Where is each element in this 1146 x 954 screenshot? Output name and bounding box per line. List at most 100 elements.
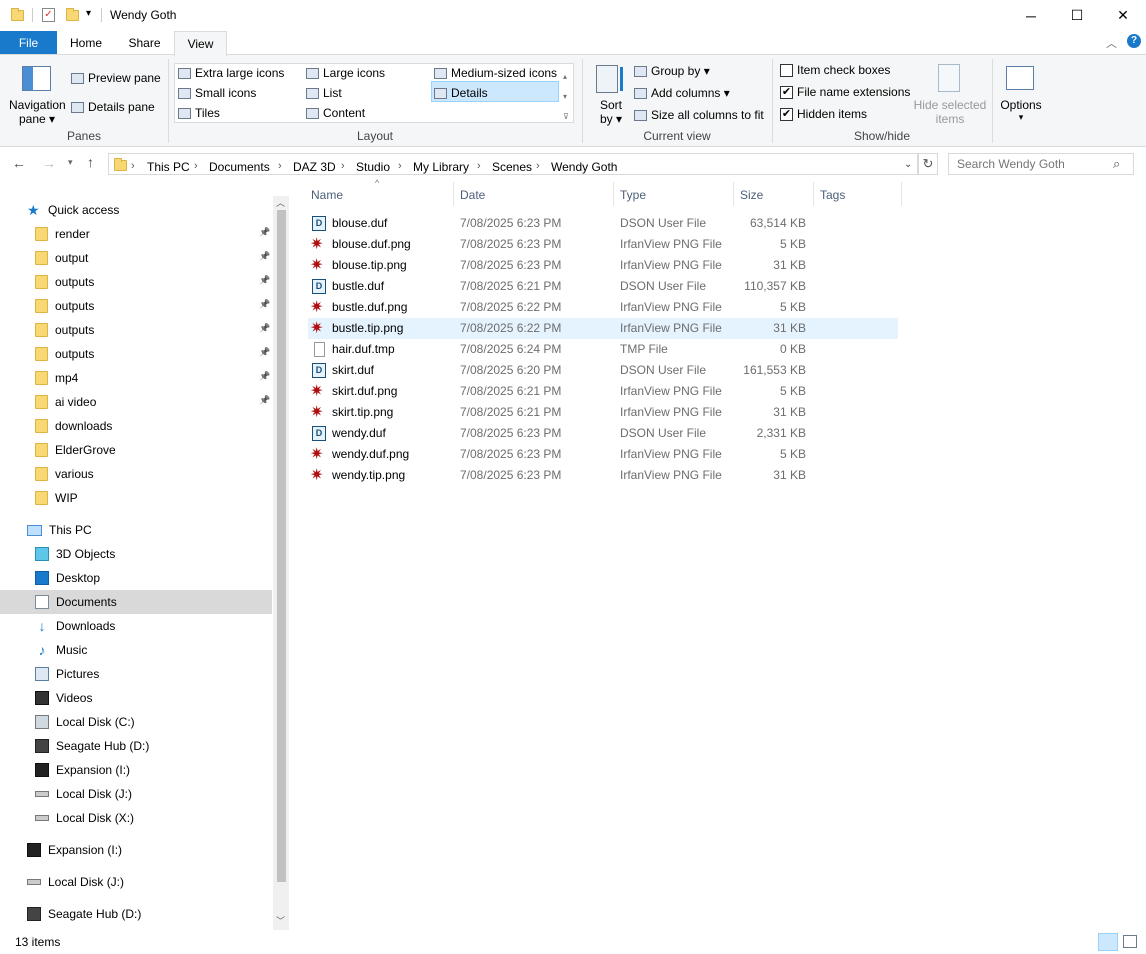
layout-large-icons[interactable]: Large icons — [306, 66, 385, 80]
file-row[interactable]: Dblouse.duf 7/08/2025 6:23 PM DSON User Fi… — [308, 213, 898, 234]
breadcrumb-studio[interactable]: Studio — [356, 160, 390, 174]
layout-medium-icons[interactable]: Medium-sized icons — [434, 66, 557, 80]
sidebar-item-outputs[interactable]: outputs — [35, 342, 94, 366]
sidebar-item-outputs[interactable]: outputs — [35, 270, 94, 294]
sidebar-item-eldergrove[interactable]: ElderGrove — [35, 438, 116, 462]
file-row[interactable]: Dwendy.duf 7/08/2025 6:23 PM DSON User Fil… — [308, 423, 898, 444]
sort-by-button[interactable]: Sort by ▾ — [596, 98, 626, 126]
help-icon[interactable]: ? — [1127, 34, 1141, 48]
sidebar-item-various[interactable]: various — [35, 462, 94, 486]
sidebar-scrollbar[interactable]: ︿ ﹀ — [273, 196, 289, 930]
scroll-down-icon[interactable]: ﹀ — [276, 914, 285, 927]
sidebar-item-outputs[interactable]: outputs — [35, 294, 94, 318]
breadcrumb-this-pc[interactable]: This PC — [147, 160, 190, 174]
breadcrumb-daz3d[interactable]: DAZ 3D — [293, 160, 336, 174]
sidebar-item-documents[interactable]: Documents — [0, 590, 272, 614]
file-row[interactable]: ✷ bustle.tip.png 7/08/2025 6:22 PM IrfanVie… — [308, 318, 898, 339]
sidebar-this-pc[interactable]: This PC — [27, 518, 92, 542]
sidebar-item-downloads[interactable]: ↓ Downloads — [35, 614, 116, 638]
size-columns-button[interactable]: Size all columns to fit — [634, 108, 764, 122]
breadcrumb-my-library[interactable]: My Library — [413, 160, 469, 174]
back-icon[interactable]: ← — [12, 155, 26, 171]
details-pane-button[interactable]: Details pane — [71, 100, 155, 114]
column-header-type[interactable]: Type — [620, 188, 646, 202]
forward-icon[interactable]: → — [42, 155, 56, 171]
preview-pane-button[interactable]: Preview pane — [71, 71, 161, 85]
file-row[interactable]: hair.duf.tmp 7/08/2025 6:24 PM TMP File 0 K… — [308, 339, 898, 360]
scroll-up-icon[interactable]: ︿ — [276, 196, 285, 209]
column-header-name[interactable]: Name — [311, 188, 343, 202]
column-header-date[interactable]: Date — [460, 188, 485, 202]
layout-scroll-icon[interactable]: ▴ ▾ ⊽ — [563, 67, 569, 127]
properties-icon[interactable]: ✓ — [42, 8, 55, 22]
column-divider[interactable] — [813, 182, 814, 206]
breadcrumb-scenes[interactable]: Scenes — [492, 160, 532, 174]
pin-icon[interactable]: 📌 — [259, 227, 270, 238]
layout-small-icons[interactable]: Small icons — [178, 86, 256, 100]
options-button[interactable]: Options ▾ — [996, 98, 1046, 123]
sidebar-item-wip[interactable]: WIP — [35, 486, 78, 510]
sidebar-item-pictures[interactable]: Pictures — [35, 662, 99, 686]
sidebar-item-output[interactable]: output — [35, 246, 88, 270]
recent-locations-icon[interactable]: ▾ — [68, 157, 73, 168]
file-row[interactable]: Dbustle.duf 7/08/2025 6:21 PM DSON User Fi… — [308, 276, 898, 297]
close-button[interactable]: ✕ — [1100, 0, 1146, 31]
breadcrumb-wendy-goth[interactable]: Wendy Goth — [551, 160, 617, 174]
file-row[interactable]: ✷ skirt.tip.png 7/08/2025 6:21 PM IrfanView… — [308, 402, 898, 423]
file-name-extensions-checkbox[interactable]: ✔ — [780, 85, 793, 99]
pin-icon[interactable]: 📌 — [259, 251, 270, 262]
column-header-tags[interactable]: Tags — [820, 188, 845, 202]
address-box[interactable]: › This PC › Documents › DAZ 3D › Studio … — [108, 153, 918, 175]
file-row[interactable]: Dskirt.duf 7/08/2025 6:20 PM DSON User Fil… — [308, 360, 898, 381]
search-box[interactable]: ⌕ — [948, 153, 1134, 175]
details-view-icon[interactable] — [1098, 933, 1118, 951]
pin-icon[interactable]: 📌 — [259, 299, 270, 310]
scroll-thumb[interactable] — [277, 210, 286, 882]
item-check-boxes-checkbox[interactable] — [780, 63, 793, 77]
pin-icon[interactable]: 📌 — [259, 371, 270, 382]
sidebar-drive-seagate-hub-d[interactable]: Seagate Hub (D:) — [27, 902, 141, 926]
column-divider[interactable] — [733, 182, 734, 206]
sidebar-item-render[interactable]: render — [35, 222, 90, 246]
search-input[interactable] — [949, 154, 1109, 174]
column-header-size[interactable]: Size — [740, 188, 763, 202]
sidebar-item-desktop[interactable]: Desktop — [35, 566, 100, 590]
sidebar-item-music[interactable]: ♪ Music — [35, 638, 88, 662]
sidebar-item-3d-objects[interactable]: 3D Objects — [35, 542, 115, 566]
breadcrumb-documents[interactable]: Documents — [209, 160, 270, 174]
sidebar-item-local-disk-c[interactable]: Local Disk (C:) — [35, 710, 135, 734]
file-row[interactable]: ✷ blouse.tip.png 7/08/2025 6:23 PM IrfanVie… — [308, 255, 898, 276]
file-row[interactable]: ✷ blouse.duf.png 7/08/2025 6:23 PM IrfanVie… — [308, 234, 898, 255]
layout-details[interactable]: Details — [434, 86, 488, 100]
column-divider[interactable] — [613, 182, 614, 206]
layout-content[interactable]: Content — [306, 106, 365, 120]
search-icon[interactable]: ⌕ — [1113, 156, 1120, 172]
customize-qat-icon[interactable]: ▾ — [86, 8, 91, 19]
tab-file[interactable]: File — [0, 31, 57, 55]
pin-icon[interactable]: 📌 — [259, 395, 270, 406]
sidebar-item-expansion-i[interactable]: Expansion (I:) — [35, 758, 130, 782]
sidebar-item-local-disk-x[interactable]: Local Disk (X:) — [35, 806, 134, 830]
item-check-boxes-toggle[interactable]: Item check boxes — [780, 63, 890, 77]
layout-extra-large-icons[interactable]: Extra large icons — [178, 66, 284, 80]
tab-view[interactable]: View — [174, 31, 227, 56]
file-name-extensions-toggle[interactable]: ✔ File name extensions — [780, 85, 910, 99]
column-divider[interactable] — [901, 182, 902, 206]
pin-icon[interactable]: 📌 — [259, 275, 270, 286]
layout-tiles[interactable]: Tiles — [178, 106, 220, 120]
sidebar-item-videos[interactable]: Videos — [35, 686, 92, 710]
up-icon[interactable]: ↑ — [87, 154, 94, 170]
add-columns-button[interactable]: Add columns ▾ — [634, 86, 730, 100]
maximize-button[interactable]: ☐ — [1054, 0, 1100, 31]
file-row[interactable]: ✷ wendy.tip.png 7/08/2025 6:23 PM IrfanView… — [308, 465, 898, 486]
hide-selected-button[interactable]: Hide selected items — [912, 98, 988, 126]
address-dropdown-icon[interactable]: ⌄ — [904, 159, 912, 170]
minimize-button[interactable]: ─ — [1008, 0, 1054, 31]
sidebar-drive-expansion-i[interactable]: Expansion (I:) — [27, 838, 122, 862]
sidebar-item-outputs[interactable]: outputs — [35, 318, 94, 342]
sidebar-item-mp4[interactable]: mp4 — [35, 366, 78, 390]
file-row[interactable]: ✷ wendy.duf.png 7/08/2025 6:23 PM IrfanView… — [308, 444, 898, 465]
pin-icon[interactable]: 📌 — [259, 347, 270, 358]
hidden-items-toggle[interactable]: ✔ Hidden items — [780, 107, 867, 121]
layout-list[interactable]: List — [306, 86, 342, 100]
